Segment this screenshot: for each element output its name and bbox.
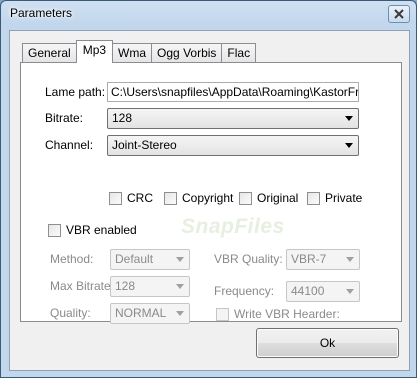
frequency-value: 44100	[291, 284, 325, 298]
chevron-down-icon	[346, 289, 354, 294]
crc-checkbox[interactable]	[109, 192, 122, 205]
vbr-enabled-label: VBR enabled	[66, 223, 137, 237]
ok-button[interactable]: Ok	[256, 328, 399, 358]
tab-flac[interactable]: Flac	[221, 43, 257, 63]
frequency-label: Frequency:	[214, 284, 275, 298]
crc-label: CRC	[127, 191, 153, 205]
tab-wma[interactable]: Wma	[113, 43, 152, 63]
write-vbr-header-label: Write VBR Hearder:	[234, 307, 340, 321]
snapfiles-watermark: SnapFiles	[181, 215, 285, 238]
method-select[interactable]: Default	[110, 249, 190, 270]
tab-ogg-vorbis[interactable]: Ogg Vorbis	[151, 43, 222, 63]
max-bitrate-label: Max Bitrate:	[50, 279, 115, 293]
channel-label: Channel:	[45, 138, 94, 152]
chevron-down-icon	[346, 257, 354, 262]
channel-value: Joint-Stereo	[112, 138, 177, 152]
lame-path-input[interactable]: C:\Users\snapfiles\AppData\Roaming\Kasto…	[107, 82, 359, 102]
copyright-checkbox[interactable]	[164, 192, 177, 205]
chevron-down-icon	[345, 116, 353, 121]
quality-select[interactable]: NORMAL	[110, 303, 190, 324]
frequency-select[interactable]: 44100	[286, 281, 360, 302]
original-checkbox[interactable]	[239, 192, 252, 205]
close-icon	[394, 9, 404, 19]
vbr-quality-label: VBR Quality:	[214, 252, 283, 266]
vbr-quality-select[interactable]: VBR-7	[286, 249, 360, 270]
bitrate-value: 128	[112, 111, 133, 125]
tab-general[interactable]: General	[22, 43, 76, 63]
method-value: Default	[115, 252, 154, 266]
quality-label: Quality:	[50, 306, 91, 320]
chevron-down-icon	[176, 311, 184, 316]
title-bar[interactable]: Parameters	[1, 1, 416, 28]
mp3-tab-panel: SnapFiles Lame path: C:\Users\snapfiles\…	[20, 62, 402, 324]
bitrate-label: Bitrate:	[45, 111, 84, 125]
private-checkbox[interactable]	[307, 192, 320, 205]
channel-select[interactable]: Joint-Stereo	[107, 135, 359, 156]
bitrate-select[interactable]: 128	[107, 108, 359, 129]
quality-value: NORMAL	[115, 306, 167, 320]
copyright-label: Copyright	[182, 191, 234, 205]
private-label: Private	[325, 191, 363, 205]
dialog-client-area: General Mp3 Wma Ogg Vorbis Flac SnapFile…	[9, 30, 410, 371]
parameters-window: Parameters General Mp3 Wma Ogg Vorbis Fl…	[0, 0, 417, 378]
chevron-down-icon	[345, 143, 353, 148]
lame-path-label: Lame path:	[45, 85, 106, 99]
max-bitrate-select[interactable]: 128	[110, 276, 190, 297]
chevron-down-icon	[176, 284, 184, 289]
close-button[interactable]	[388, 5, 410, 23]
write-vbr-header-checkbox[interactable]	[216, 308, 229, 321]
window-title: Parameters	[10, 6, 73, 20]
tab-strip: General Mp3 Wma Ogg Vorbis Flac	[22, 40, 257, 63]
chevron-down-icon	[176, 257, 184, 262]
method-label: Method:	[50, 252, 94, 266]
original-label: Original	[257, 191, 299, 205]
vbr-quality-value: VBR-7	[291, 252, 327, 266]
max-bitrate-value: 128	[115, 279, 136, 293]
tab-mp3[interactable]: Mp3	[75, 40, 114, 63]
vbr-enabled-checkbox[interactable]	[48, 224, 61, 237]
